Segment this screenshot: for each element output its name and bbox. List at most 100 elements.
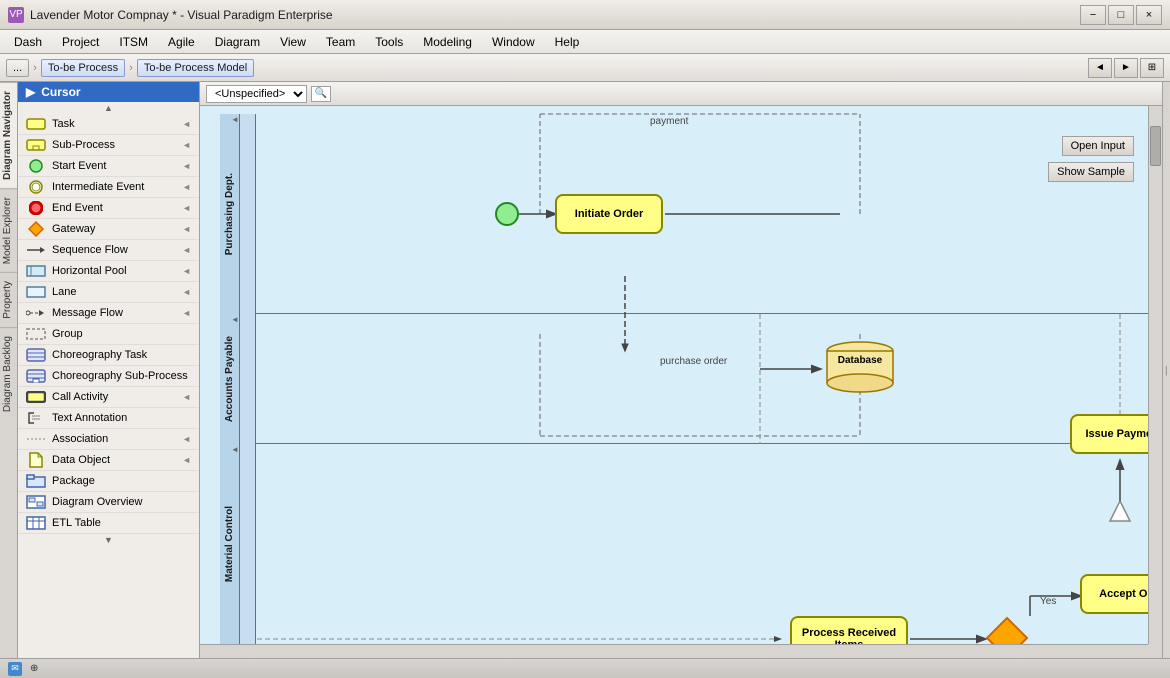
menu-window[interactable]: Window (482, 33, 545, 51)
status-bar: ✉ ⊕ (0, 658, 1170, 678)
sidebar-scroll-up[interactable]: ▲ (18, 102, 199, 114)
palette-pool-label: Horizontal Pool (52, 265, 127, 277)
menu-team[interactable]: Team (316, 33, 365, 51)
accept-order-label: Accept Order (1099, 588, 1148, 600)
database-label: Database (825, 355, 895, 366)
menu-tools[interactable]: Tools (365, 33, 413, 51)
vtab-diagram-navigator[interactable]: Diagram Navigator (0, 82, 17, 188)
menu-help[interactable]: Help (545, 33, 590, 51)
issue-payment-task[interactable]: Issue Payment (1070, 414, 1148, 454)
title-bar-text: Lavender Motor Compnay * - Visual Paradi… (30, 8, 1080, 22)
palette-diagram-overview[interactable]: Diagram Overview (18, 492, 199, 513)
sequence-flow-icon (26, 243, 46, 257)
menu-project[interactable]: Project (52, 33, 109, 51)
material-collapse[interactable]: ◄ (230, 444, 240, 454)
palette-gateway[interactable]: Gateway ◄ (18, 219, 199, 240)
palette-group[interactable]: Group (18, 324, 199, 345)
menu-agile[interactable]: Agile (158, 33, 205, 51)
breadcrumb-back-button[interactable]: ... (6, 59, 29, 77)
left-sidebar: Diagram Navigator Model Explorer Propert… (0, 82, 200, 658)
palette-call-activity[interactable]: Call Activity ◄ (18, 387, 199, 408)
breadcrumb-tobe-process[interactable]: To-be Process (41, 59, 125, 77)
search-button[interactable]: 🔍 (311, 86, 331, 102)
data-object-icon (26, 453, 46, 467)
palette-text-annotation-label: Text Annotation (52, 412, 127, 424)
palette-group-label: Group (52, 328, 83, 340)
palette-lane[interactable]: Lane ◄ (18, 282, 199, 303)
menu-diagram[interactable]: Diagram (205, 33, 270, 51)
palette-end-event[interactable]: End Event ◄ (18, 198, 199, 219)
palette-sequence-flow[interactable]: Sequence Flow ◄ (18, 240, 199, 261)
process-received-items-task[interactable]: Process Received Items (790, 616, 908, 644)
vtab-diagram-backlog[interactable]: Diagram Backlog (0, 327, 17, 420)
payment-label: payment (650, 116, 688, 127)
diagram-select[interactable]: <Unspecified> (206, 85, 307, 103)
breadcrumb-tobe-process-model[interactable]: To-be Process Model (137, 59, 254, 77)
palette-choreography-task[interactable]: Choreography Task (18, 345, 199, 366)
end-event-icon (26, 201, 46, 215)
menu-dash[interactable]: Dash (4, 33, 52, 51)
nav-forward-button[interactable]: ► (1114, 58, 1138, 78)
group-icon (26, 327, 46, 341)
palette-data-object[interactable]: Data Object ◄ (18, 450, 199, 471)
start-event (495, 202, 519, 226)
purchasing-collapse[interactable]: ◄ (230, 114, 240, 124)
breadcrumb-sep2: › (129, 62, 133, 74)
cursor-label: Cursor (41, 85, 80, 99)
canvas-wrapper[interactable]: Purchasing Dept. ◄ Accounts Payabl (200, 106, 1162, 658)
palette-etl-table[interactable]: ETL Table (18, 513, 199, 534)
mail-icon[interactable]: ✉ (8, 662, 22, 676)
canvas[interactable]: Purchasing Dept. ◄ Accounts Payabl (200, 106, 1148, 644)
nav-back-button[interactable]: ◄ (1088, 58, 1112, 78)
palette-gateway-label: Gateway (52, 223, 95, 235)
menu-itsm[interactable]: ITSM (109, 33, 158, 51)
right-collapse-handle[interactable]: │ (1162, 82, 1170, 658)
accounts-collapse[interactable]: ◄ (230, 314, 240, 324)
sidebar-scroll-down[interactable]: ▼ (18, 534, 199, 546)
lane-material-label: Material Control (224, 506, 235, 582)
nav-grid-button[interactable]: ⊞ (1140, 58, 1164, 78)
cursor-item[interactable]: ▶ Cursor (18, 82, 199, 102)
scrollbar-vertical[interactable] (1148, 106, 1162, 644)
show-sample-button[interactable]: Show Sample (1048, 162, 1134, 182)
menu-modeling[interactable]: Modeling (413, 33, 482, 51)
choreography-task-icon (26, 348, 46, 362)
lane-icon (26, 285, 46, 299)
open-input-button[interactable]: Open Input (1062, 136, 1134, 156)
issue-payment-label: Issue Payment (1085, 428, 1148, 440)
scroll-thumb-vertical[interactable] (1150, 126, 1161, 166)
initiate-order-task[interactable]: Initiate Order (555, 194, 663, 234)
message-flow-icon (26, 306, 46, 320)
palette-start-event[interactable]: Start Event ◄ (18, 156, 199, 177)
subprocess-icon (26, 138, 46, 152)
maximize-button[interactable]: □ (1108, 5, 1134, 25)
diagram-area: <Unspecified> 🔍 (200, 82, 1162, 658)
palette-subprocess-label: Sub-Process (52, 139, 115, 151)
association-icon (26, 432, 46, 446)
minimize-button[interactable]: − (1080, 5, 1106, 25)
cursor-arrow-icon: ▶ (26, 85, 35, 99)
close-button[interactable]: × (1136, 5, 1162, 25)
accept-order-task[interactable]: Accept Order (1080, 574, 1148, 614)
palette-text-annotation[interactable]: Text Annotation (18, 408, 199, 429)
palette-message-flow[interactable]: Message Flow ◄ (18, 303, 199, 324)
palette-start-label: Start Event (52, 160, 106, 172)
lane-purchasing-label: Purchasing Dept. (224, 173, 235, 255)
palette-intermediate-event[interactable]: Intermediate Event ◄ (18, 177, 199, 198)
palette-task-label: Task (52, 118, 75, 130)
scrollbar-horizontal[interactable] (200, 644, 1148, 658)
vtab-model-explorer[interactable]: Model Explorer (0, 188, 17, 272)
palette-package[interactable]: Package (18, 471, 199, 492)
palette-sequence-label: Sequence Flow (52, 244, 128, 256)
palette-subprocess[interactable]: Sub-Process ◄ (18, 135, 199, 156)
palette-association[interactable]: Association ◄ (18, 429, 199, 450)
vtab-property[interactable]: Property (0, 272, 17, 327)
palette-task[interactable]: Task ◄ (18, 114, 199, 135)
palette-choreography-subprocess[interactable]: Choreography Sub-Process (18, 366, 199, 387)
palette-horizontal-pool[interactable]: Horizontal Pool ◄ (18, 261, 199, 282)
package-icon (26, 474, 46, 488)
status-expand-icon[interactable]: ⊕ (30, 663, 38, 674)
scrollbar-corner (1148, 644, 1162, 658)
palette-call-label: Call Activity (52, 391, 108, 403)
menu-view[interactable]: View (270, 33, 316, 51)
